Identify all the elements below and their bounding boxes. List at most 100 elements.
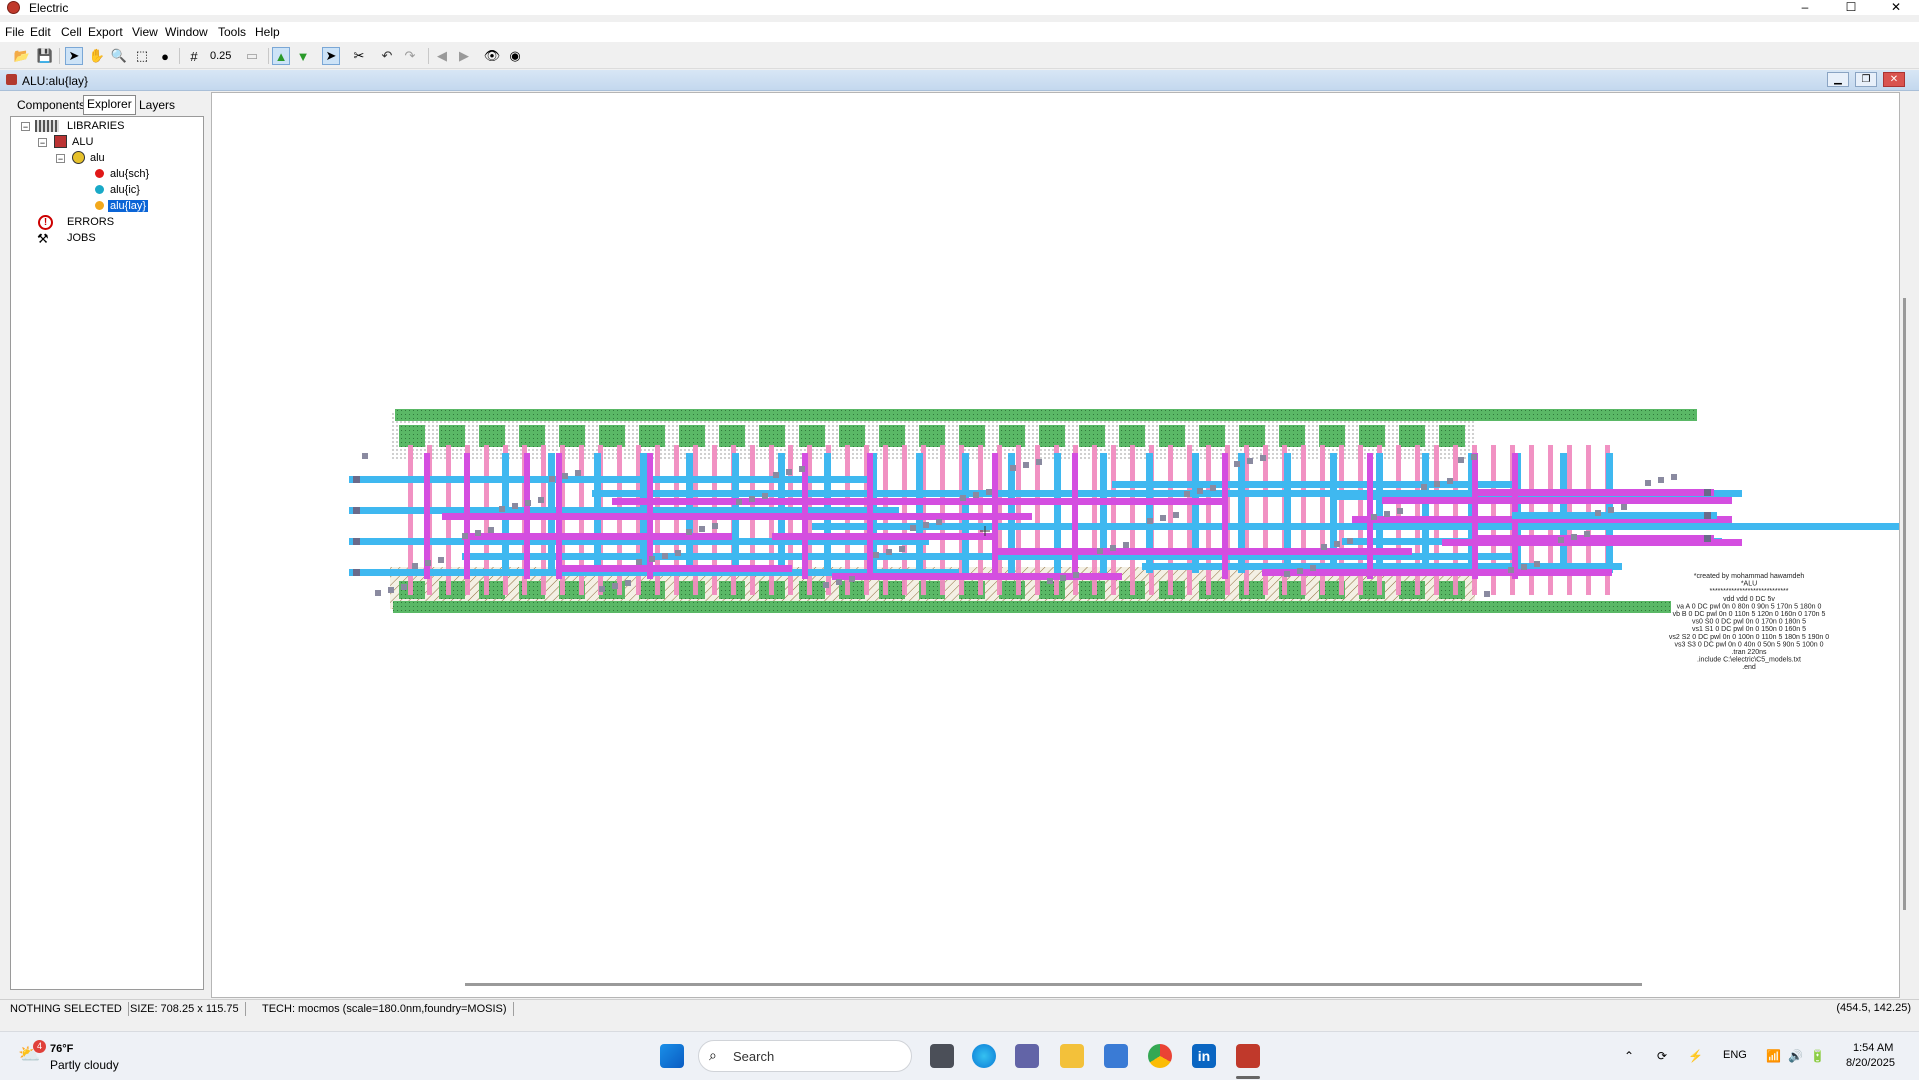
pmos-active: [999, 425, 1025, 447]
maximize-button[interactable]: ☐: [1828, 0, 1874, 15]
menu-window[interactable]: Window: [165, 25, 208, 39]
measure-icon[interactable]: ●: [156, 47, 174, 65]
weather-description[interactable]: Partly cloudy: [50, 1058, 119, 1072]
menu-edit[interactable]: Edit: [30, 25, 51, 39]
menu-export[interactable]: Export: [88, 25, 123, 39]
back-arrow-icon[interactable]: ◀: [433, 47, 451, 65]
via-contact: [1297, 568, 1303, 574]
via-contact: [836, 579, 842, 585]
electric-taskbar-icon[interactable]: [1236, 1044, 1260, 1068]
tab-explorer[interactable]: Explorer: [83, 95, 136, 115]
menu-tools[interactable]: Tools: [218, 25, 246, 39]
select-objects-icon[interactable]: ➤: [322, 47, 340, 65]
select-arrow-icon[interactable]: ➤: [65, 47, 83, 65]
close-button[interactable]: ✕: [1873, 0, 1919, 15]
via-contact: [1123, 542, 1129, 548]
via-contact: [1397, 508, 1403, 514]
expand-icon[interactable]: ▲: [272, 47, 290, 65]
tray-app-icon[interactable]: ⚡: [1688, 1049, 1703, 1063]
via-contact: [562, 473, 568, 479]
via-contact: [475, 530, 481, 536]
volume-icon[interactable]: 🔊: [1788, 1049, 1803, 1063]
zoom-icon[interactable]: 🔍: [110, 47, 128, 65]
tray-chevron-icon[interactable]: ⌃: [1624, 1049, 1634, 1063]
cut-tool-icon[interactable]: ✂: [350, 47, 368, 65]
alu-layout-drawing[interactable]: *created by mohammad hawamdeh*ALU*******…: [212, 93, 1899, 997]
layout-canvas[interactable]: *created by mohammad hawamdeh *ALU *******…: [211, 92, 1900, 998]
taskbar-search[interactable]: ⌕ Search: [698, 1040, 912, 1072]
teams-icon[interactable]: [1015, 1044, 1039, 1068]
pmos-active: [759, 425, 785, 447]
save-icon[interactable]: 💾: [36, 47, 54, 65]
unexpand-icon[interactable]: ▼: [294, 47, 312, 65]
tree-alu-library[interactable]: ALU: [72, 136, 93, 148]
nmos-active: [879, 581, 905, 599]
collapse-alu-lib-toggle[interactable]: −: [38, 138, 47, 148]
via-contact: [1260, 455, 1266, 461]
menu-file[interactable]: File: [5, 25, 24, 39]
nmos-active: [1399, 581, 1425, 599]
forward-arrow-icon[interactable]: ▶: [455, 47, 473, 65]
pmos-active: [719, 425, 745, 447]
nmos-active: [439, 581, 465, 599]
task-view-icon[interactable]: [930, 1044, 954, 1068]
tree-alu-sch[interactable]: alu{sch}: [110, 168, 149, 180]
pmos-active: [559, 425, 585, 447]
grid-icon[interactable]: #: [185, 47, 203, 65]
tree-libraries[interactable]: LIBRARIES: [67, 120, 124, 132]
store-icon[interactable]: [1104, 1044, 1128, 1068]
start-icon[interactable]: [660, 1044, 684, 1068]
tree-alu-ic[interactable]: alu{ic}: [110, 184, 140, 196]
vertical-scroll-thumb[interactable]: [1903, 298, 1906, 910]
edge-icon[interactable]: [972, 1044, 996, 1068]
horizontal-scroll-thumb[interactable]: [465, 983, 1642, 986]
tree-alu-lay[interactable]: alu{lay}: [108, 200, 149, 212]
title-bar: Electric – ☐ ✕: [0, 0, 1919, 15]
inner-minimize-button[interactable]: ▁: [1827, 72, 1849, 87]
metal2-route: [612, 498, 1222, 505]
weather-temperature[interactable]: 76°F: [50, 1043, 73, 1055]
via-contact: [910, 525, 916, 531]
language-indicator[interactable]: ENG: [1723, 1049, 1747, 1061]
clock-time[interactable]: 1:54 AM: [1853, 1042, 1893, 1054]
menu-view[interactable]: View: [132, 25, 158, 39]
redo-icon[interactable]: ↷: [401, 47, 419, 65]
menu-cell[interactable]: Cell: [61, 25, 82, 39]
minimize-button[interactable]: –: [1782, 0, 1828, 15]
file-explorer-icon[interactable]: [1060, 1044, 1084, 1068]
open-library-icon[interactable]: 📂: [13, 47, 31, 65]
tree-jobs[interactable]: JOBS: [67, 232, 96, 244]
via-contact: [1247, 458, 1253, 464]
tab-components[interactable]: Components: [14, 97, 88, 115]
tray-sync-icon[interactable]: ⟳: [1657, 1049, 1667, 1063]
grid-scale-value: 0.25: [210, 50, 232, 62]
inner-restore-button[interactable]: ❐: [1855, 72, 1877, 87]
via-contact: [1384, 511, 1390, 517]
via-contact: [1434, 481, 1440, 487]
linkedin-icon[interactable]: in: [1192, 1044, 1216, 1068]
via-contact: [1658, 477, 1664, 483]
metal2-route: [562, 565, 792, 572]
collapse-alu-cell-toggle[interactable]: −: [56, 154, 65, 164]
clock-date[interactable]: 8/20/2025: [1846, 1057, 1895, 1069]
pan-hand-icon[interactable]: ✋: [88, 47, 106, 65]
tree-errors[interactable]: ERRORS: [67, 216, 114, 228]
outline-edit-icon[interactable]: ⬚: [133, 47, 151, 65]
inner-close-button[interactable]: ✕: [1883, 72, 1905, 87]
battery-icon[interactable]: 🔋: [1810, 1049, 1825, 1063]
grid-step-icon[interactable]: ▭: [243, 47, 261, 65]
pmos-active: [1079, 425, 1105, 447]
metal2-vertical: [1072, 453, 1078, 579]
menu-help[interactable]: Help: [255, 25, 280, 39]
pmos-active: [1039, 425, 1065, 447]
tree-alu-cell[interactable]: alu: [90, 152, 105, 164]
toolbar: 📂 💾 ➤ ✋ 🔍 ⬚ ● # 0.25 ▭ ▲ ▼ ➤ ✂ ↶ ↷ ◀ ▶ 👁…: [0, 44, 1919, 69]
undo-icon[interactable]: ↶: [378, 47, 396, 65]
wifi-icon[interactable]: 📶: [1766, 1049, 1781, 1063]
via-contact: [786, 469, 792, 475]
collapse-libraries-toggle[interactable]: −: [21, 122, 30, 132]
eye-icon[interactable]: 👁: [483, 47, 501, 65]
chrome-icon[interactable]: [1148, 1044, 1172, 1068]
hide-eye-icon[interactable]: ◉: [506, 47, 524, 65]
tab-layers[interactable]: Layers: [136, 97, 178, 115]
